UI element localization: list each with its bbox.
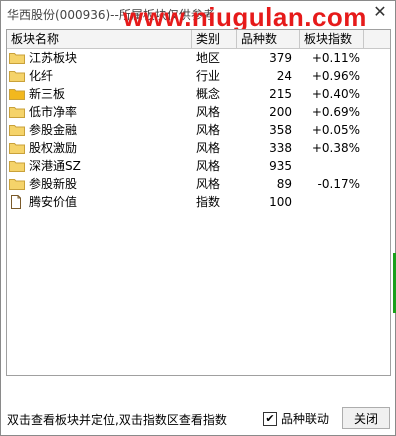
cell-name[interactable]: 江苏板块: [7, 49, 192, 67]
sector-name: 化纤: [29, 69, 54, 83]
folder-icon: [9, 178, 25, 190]
cell-count: 338: [269, 141, 292, 155]
folder-icon: [9, 124, 25, 136]
cell-type: 地区: [196, 51, 221, 65]
sector-name: 新三板: [29, 87, 66, 101]
cell-index-change[interactable]: +0.40%: [300, 85, 364, 103]
close-button[interactable]: 关闭: [342, 407, 390, 429]
table-row[interactable]: 化纤 行业 24 +0.96%: [7, 67, 390, 85]
cell-index-change[interactable]: +0.11%: [300, 49, 364, 67]
cell-index-change[interactable]: +0.96%: [300, 67, 364, 85]
table-row[interactable]: 腾安价值 指数 100: [7, 193, 390, 211]
table-row[interactable]: 参股金融 风格 358 +0.05%: [7, 121, 390, 139]
cell-type: 风格: [196, 123, 221, 137]
folder-icon-filled: [9, 88, 25, 100]
table-row[interactable]: 新三板 概念 215 +0.40%: [7, 85, 390, 103]
table-row[interactable]: 参股新股 风格 89 -0.17%: [7, 175, 390, 193]
cell-type: 风格: [196, 159, 221, 173]
sector-name: 参股金融: [29, 123, 78, 137]
cell-type: 概念: [196, 87, 221, 101]
cell-index-change[interactable]: -0.17%: [300, 175, 364, 193]
table-body: 江苏板块 地区 379 +0.11% 化纤 行业 24 +0.96% 新三板 概念 215 +0.40…: [7, 49, 390, 211]
close-icon[interactable]: ✕: [371, 3, 389, 21]
sector-name: 参股新股: [29, 177, 78, 191]
column-header-type[interactable]: 类别: [192, 30, 237, 48]
cell-name[interactable]: 股权激励: [7, 139, 192, 157]
sector-name: 股权激励: [29, 141, 78, 155]
cell-name[interactable]: 参股新股: [7, 175, 192, 193]
cell-type: 风格: [196, 141, 221, 155]
sector-name: 低市净率: [29, 105, 78, 119]
cell-count: 215: [269, 87, 292, 101]
document-icon: [9, 195, 25, 209]
footer: 双击查看板块并定位,双击指数区查看指数 ✔ 品种联动 关闭: [1, 379, 395, 435]
cell-count: 24: [276, 69, 292, 83]
cell-type: 指数: [196, 195, 221, 209]
title-bar: 华西股份(000936)--所属板块仅供参考 www.niugulan.com …: [1, 1, 395, 32]
folder-icon: [9, 52, 25, 64]
cell-name[interactable]: 新三板: [7, 85, 192, 103]
dialog-window: 华西股份(000936)--所属板块仅供参考 www.niugulan.com …: [0, 0, 396, 436]
cell-name[interactable]: 化纤: [7, 67, 192, 85]
hint-text: 双击查看板块并定位,双击指数区查看指数: [7, 413, 227, 427]
cell-name[interactable]: 腾安价值: [7, 193, 192, 211]
folder-icon: [9, 142, 25, 154]
table-row[interactable]: 股权激励 风格 338 +0.38%: [7, 139, 390, 157]
cell-count: 89: [276, 177, 292, 191]
cell-type: 风格: [196, 177, 221, 191]
cell-type: 风格: [196, 105, 221, 119]
sector-name: 江苏板块: [29, 51, 78, 65]
table-row[interactable]: 深港通SZ 风格 935: [7, 157, 390, 175]
cell-index-change[interactable]: +0.05%: [300, 121, 364, 139]
sector-name: 腾安价值: [29, 195, 78, 209]
link-checkbox-label[interactable]: 品种联动: [281, 410, 329, 427]
folder-icon: [9, 106, 25, 118]
cell-count: 379: [269, 51, 292, 65]
sector-name: 深港通SZ: [29, 159, 81, 173]
column-header-index[interactable]: 板块指数: [300, 30, 364, 48]
sector-table: 板块名称 类别 品种数 板块指数 江苏板块 地区 379 +0.11% 化纤 行业 24 +0…: [6, 29, 391, 376]
table-header: 板块名称 类别 品种数 板块指数: [7, 30, 390, 49]
cell-name[interactable]: 参股金融: [7, 121, 192, 139]
column-header-count[interactable]: 品种数: [237, 30, 300, 48]
cell-index-change[interactable]: [300, 193, 364, 211]
cell-index-change[interactable]: +0.38%: [300, 139, 364, 157]
link-checkbox[interactable]: ✔: [263, 411, 277, 426]
cell-count: 100: [269, 195, 292, 209]
cell-count: 200: [269, 105, 292, 119]
cell-count: 358: [269, 123, 292, 137]
cell-count: 935: [269, 159, 292, 173]
cell-name[interactable]: 低市净率: [7, 103, 192, 121]
cell-index-change[interactable]: +0.69%: [300, 103, 364, 121]
table-row[interactable]: 江苏板块 地区 379 +0.11%: [7, 49, 390, 67]
link-checkbox-group[interactable]: ✔ 品种联动: [263, 410, 329, 427]
folder-icon: [9, 70, 25, 82]
column-header-name[interactable]: 板块名称: [7, 30, 192, 48]
cell-type: 行业: [196, 69, 221, 83]
folder-icon: [9, 160, 25, 172]
table-row[interactable]: 低市净率 风格 200 +0.69%: [7, 103, 390, 121]
cell-name[interactable]: 深港通SZ: [7, 157, 192, 175]
cell-index-change[interactable]: [300, 157, 364, 175]
